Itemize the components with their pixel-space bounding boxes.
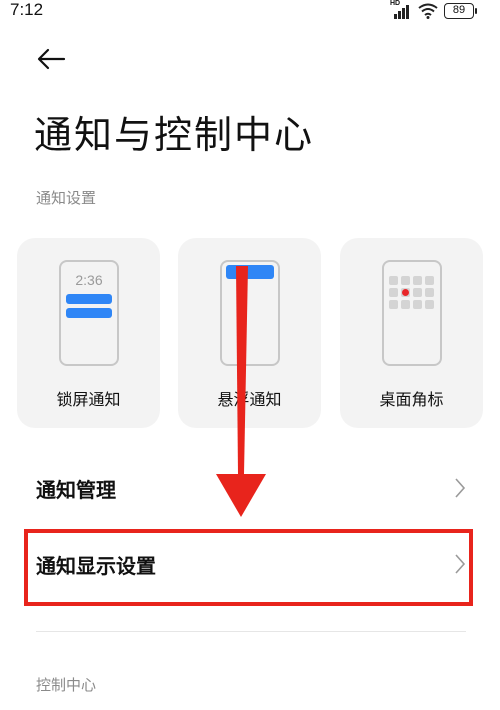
app-icon-with-badge (401, 288, 410, 297)
notification-bar-icon (66, 308, 112, 318)
app-icon (401, 276, 410, 285)
floating-banner-preview-icon (220, 260, 280, 366)
section-header-control-center: 控制中心 (36, 676, 97, 694)
lockscreen-preview-icon: 2:36 (59, 260, 119, 366)
wifi-icon (418, 3, 438, 19)
card-label: 锁屏通知 (56, 390, 121, 409)
back-arrow-icon (37, 48, 66, 70)
app-icon (413, 276, 422, 285)
app-icon (413, 300, 422, 309)
banner-bar-icon (226, 265, 274, 279)
page-title: 通知与控制中心 (34, 113, 315, 157)
back-button[interactable] (34, 44, 68, 74)
app-icon-grid (389, 276, 434, 309)
notification-bar-icon (66, 294, 112, 304)
preview-time: 2:36 (75, 272, 103, 288)
notification-management-row[interactable]: 通知管理 (0, 458, 500, 518)
app-icon (425, 300, 434, 309)
app-icon (389, 276, 398, 285)
status-icons: HD 89 (390, 0, 477, 20)
app-icon (425, 288, 434, 297)
status-time: 7:12 (10, 0, 44, 19)
chevron-right-icon (455, 478, 466, 498)
floating-notification-card[interactable]: 悬浮通知 (178, 238, 321, 428)
app-icon (425, 276, 434, 285)
desktop-badge-card[interactable]: 桌面角标 (340, 238, 483, 428)
desktop-badge-preview-icon (382, 260, 442, 366)
network-type-label: HD (390, 0, 401, 7)
annotation-highlight-box (24, 529, 473, 606)
lockscreen-notification-card[interactable]: 2:36 锁屏通知 (17, 238, 160, 428)
app-icon (389, 288, 398, 297)
cellular-signal-icon: HD (390, 0, 412, 19)
card-label: 悬浮通知 (217, 390, 282, 409)
app-icon (401, 300, 410, 309)
app-icon (413, 288, 422, 297)
badge-dot-icon (402, 289, 409, 296)
row-label: 通知管理 (36, 478, 116, 502)
status-bar: 7:12 HD 89 (0, 0, 500, 24)
card-label: 桌面角标 (379, 390, 444, 409)
section-header-notification-settings: 通知设置 (36, 189, 97, 207)
divider (36, 631, 466, 632)
battery-indicator: 89 (444, 3, 477, 19)
app-icon (389, 300, 398, 309)
